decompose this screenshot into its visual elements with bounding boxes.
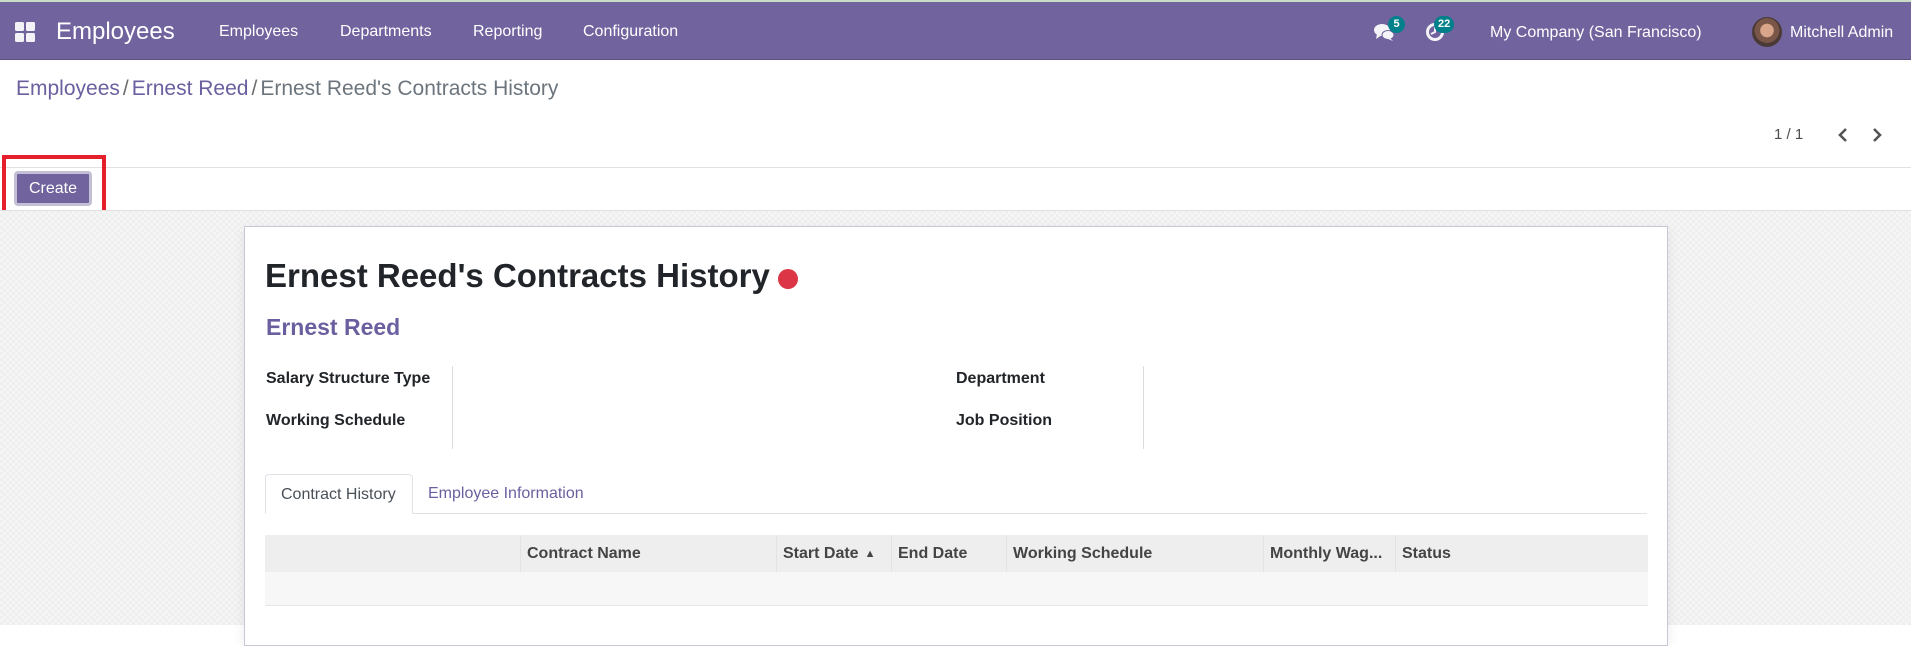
- pager-value[interactable]: 1 / 1: [1774, 126, 1803, 143]
- breadcrumb-employee[interactable]: Ernest Reed: [132, 77, 249, 100]
- column-header-start-date[interactable]: Start Date ▲: [776, 535, 891, 572]
- column-header-contract-name[interactable]: Contract Name: [520, 535, 776, 572]
- user-menu[interactable]: Mitchell Admin: [1790, 24, 1893, 42]
- tab-contract-history[interactable]: Contract History: [265, 474, 413, 514]
- app-name[interactable]: Employees: [56, 18, 175, 46]
- breadcrumb-separator: /: [251, 77, 258, 100]
- sort-ascending-icon: ▲: [864, 548, 876, 560]
- salary-structure-type-label: Salary Structure Type: [266, 370, 431, 387]
- column-header-working-schedule[interactable]: Working Schedule: [1006, 535, 1263, 572]
- department-label: Department: [956, 370, 1045, 387]
- activities-badge: 22: [1434, 16, 1455, 33]
- table-header: Contract Name Start Date ▲ End Date Worki…: [265, 535, 1648, 572]
- pager-previous-icon[interactable]: [1833, 124, 1853, 146]
- messages-badge: 5: [1388, 16, 1405, 33]
- column-header-handle: [265, 535, 520, 572]
- apps-menu-icon[interactable]: [15, 22, 35, 42]
- tab-employee-information[interactable]: Employee Information: [413, 474, 599, 514]
- column-label: Start Date: [783, 545, 859, 562]
- menu-departments[interactable]: Departments: [340, 23, 432, 41]
- column-label: Status: [1402, 545, 1451, 562]
- breadcrumb-current: Ernest Reed's Contracts History: [260, 77, 559, 100]
- menu-employees[interactable]: Employees: [219, 23, 298, 41]
- field-separator: [1143, 366, 1144, 449]
- column-header-monthly-wage[interactable]: Monthly Wag...: [1263, 535, 1395, 572]
- contracts-table: Contract Name Start Date ▲ End Date Worki…: [265, 535, 1648, 606]
- column-label: Working Schedule: [1013, 545, 1153, 562]
- control-panel-divider: [0, 167, 1911, 168]
- job-position-label: Job Position: [956, 412, 1052, 429]
- company-switcher[interactable]: My Company (San Francisco): [1490, 24, 1702, 42]
- column-label: Monthly Wag...: [1270, 545, 1383, 562]
- form-sheet: Ernest Reed's Contracts History Ernest R…: [244, 226, 1668, 646]
- field-separator: [452, 366, 453, 449]
- breadcrumb-separator: /: [122, 77, 129, 100]
- breadcrumb: Employees / Ernest Reed / Ernest Reed's Cont…: [16, 77, 558, 101]
- top-navbar: Employees Employees Departments Reportin…: [0, 2, 1911, 60]
- user-avatar[interactable]: [1752, 17, 1782, 47]
- column-label: Contract Name: [527, 545, 641, 562]
- menu-reporting[interactable]: Reporting: [473, 23, 542, 41]
- column-header-status[interactable]: Status: [1395, 535, 1648, 572]
- employee-link[interactable]: Ernest Reed: [266, 314, 400, 341]
- pager-next-icon[interactable]: [1867, 124, 1887, 146]
- form-title: Ernest Reed's Contracts History: [265, 257, 770, 294]
- menu-configuration[interactable]: Configuration: [583, 23, 678, 41]
- column-header-end-date[interactable]: End Date: [891, 535, 1006, 572]
- breadcrumb-employees[interactable]: Employees: [16, 77, 120, 100]
- column-label: End Date: [898, 545, 968, 562]
- table-empty-row: [265, 572, 1648, 606]
- working-schedule-label: Working Schedule: [266, 412, 406, 429]
- status-indicator[interactable]: [778, 269, 798, 289]
